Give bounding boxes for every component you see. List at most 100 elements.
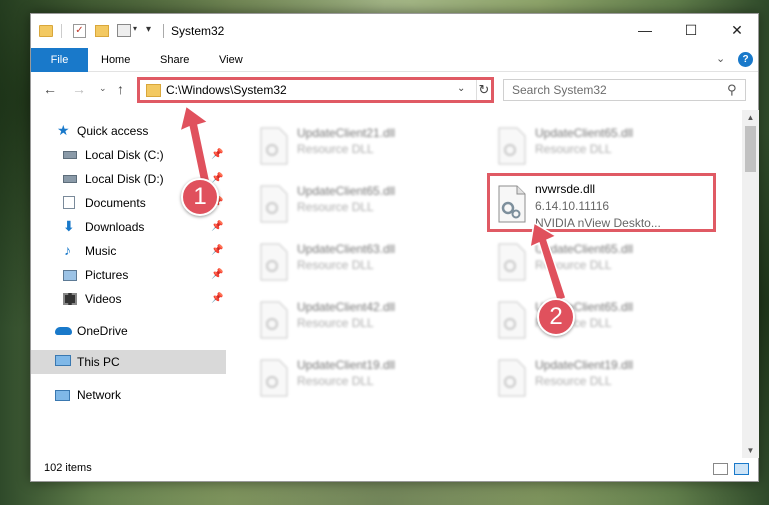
file-description: Resource DLL [297, 142, 374, 156]
ribbon: File Home Share View ⌄ ? [31, 48, 758, 72]
search-input[interactable] [512, 83, 722, 97]
file-tile[interactable]: UpdateClient65.dll Resource DLL [245, 178, 475, 228]
dll-file-icon [260, 127, 288, 165]
sidebar-item-pictures[interactable]: Pictures 📌 [31, 264, 226, 286]
sidebar-item-label: Music [85, 244, 117, 258]
dll-file-icon [498, 127, 526, 165]
file-name: UpdateClient65.dll [297, 184, 396, 198]
up-button[interactable]: ↑ [117, 81, 124, 97]
file-name: UpdateClient19.dll [297, 358, 396, 372]
network-icon [55, 390, 70, 401]
file-description: Resource DLL [535, 142, 612, 156]
sidebar-item-music[interactable]: ♪ Music 📌 [31, 240, 226, 262]
dll-file-icon [260, 359, 288, 397]
minimize-button[interactable]: — [622, 14, 668, 46]
tab-view[interactable]: View [219, 48, 243, 72]
recent-locations-button[interactable]: ⌄ [99, 83, 107, 94]
file-name: UpdateClient65.dll [535, 126, 634, 140]
status-bar: 102 items [31, 458, 758, 482]
file-list: UpdateClient21.dll Resource DLL UpdateCl… [227, 110, 741, 455]
dll-file-icon [498, 359, 526, 397]
vertical-scrollbar[interactable]: ▲ ▼ [742, 110, 759, 458]
tab-home[interactable]: Home [101, 48, 130, 72]
customize-toolbar-dropdown[interactable]: ▾ [146, 24, 151, 42]
properties-icon[interactable] [117, 24, 131, 37]
sidebar-item-label: Local Disk (D:) [85, 172, 164, 186]
pin-icon[interactable]: 📌 [211, 149, 223, 160]
file-name: UpdateClient19.dll [535, 358, 634, 372]
properties-check-icon[interactable]: ✓ [73, 24, 86, 38]
sidebar-item-onedrive[interactable]: OneDrive [31, 320, 226, 342]
tab-file[interactable]: File [31, 48, 88, 72]
sidebar-item-network[interactable]: Network [31, 384, 226, 406]
file-name: UpdateClient42.dll [297, 300, 396, 314]
pin-icon[interactable]: 📌 [211, 245, 223, 256]
file-description: Resource DLL [297, 316, 374, 330]
music-icon: ♪ [64, 242, 71, 258]
sidebar-item-local-disk-c[interactable]: Local Disk (C:) 📌 [31, 144, 226, 166]
chevron-down-icon[interactable]: ▾ [133, 24, 137, 42]
drive-icon [63, 175, 77, 183]
title-divider [163, 24, 164, 38]
back-button[interactable]: ← [43, 81, 57, 97]
pin-icon[interactable]: 📌 [211, 221, 223, 232]
help-icon[interactable]: ? [738, 52, 753, 67]
callout-1: 1 [181, 178, 219, 216]
pin-icon[interactable]: 📌 [211, 293, 223, 304]
pictures-icon [63, 270, 77, 281]
sidebar-item-quick-access[interactable]: ★ Quick access [31, 120, 226, 142]
sidebar-item-label: Network [77, 388, 122, 402]
new-folder-icon[interactable] [95, 25, 109, 37]
sidebar-item-label: Videos [85, 292, 122, 306]
file-tile[interactable]: UpdateClient65.dll Resource DLL [483, 294, 713, 344]
navigation-pane: ★ Quick access Local Disk (C:) 📌 Local D… [31, 110, 226, 460]
drive-icon [63, 151, 77, 159]
folder-icon [146, 84, 161, 97]
expand-ribbon-icon[interactable]: ⌄ [716, 52, 725, 65]
download-icon: ⬇ [63, 218, 75, 234]
details-view-button[interactable] [713, 463, 728, 475]
address-bar[interactable]: C:\Windows\System32 ⌄ ↻ [137, 77, 494, 103]
folder-icon [39, 25, 53, 37]
sidebar-item-label: Downloads [85, 220, 145, 234]
scroll-up-button[interactable]: ▲ [742, 110, 759, 125]
refresh-button[interactable]: ↻ [476, 80, 491, 100]
file-name: UpdateClient21.dll [297, 126, 396, 140]
forward-button[interactable]: → [72, 81, 86, 97]
address-path[interactable]: C:\Windows\System32 [166, 83, 287, 97]
pin-icon[interactable]: 📌 [211, 269, 223, 280]
search-icon[interactable]: ⚲ [727, 82, 737, 98]
file-tile[interactable]: UpdateClient21.dll Resource DLL [245, 120, 475, 170]
sidebar-item-videos[interactable]: Videos 📌 [31, 288, 226, 310]
scroll-down-button[interactable]: ▼ [742, 443, 759, 458]
file-tile[interactable]: UpdateClient65.dll Resource DLL [483, 120, 713, 170]
tiles-view-button[interactable] [734, 463, 749, 475]
sidebar-item-downloads[interactable]: ⬇ Downloads 📌 [31, 216, 226, 238]
tab-share[interactable]: Share [160, 48, 189, 72]
file-tile[interactable]: UpdateClient63.dll Resource DLL [245, 236, 475, 286]
file-description: Resource DLL [297, 200, 374, 214]
file-tile[interactable]: UpdateClient19.dll Resource DLL [245, 352, 475, 402]
file-tile[interactable]: UpdateClient65.dll Resource DLL [483, 236, 713, 286]
toolbar-divider [61, 24, 62, 38]
dll-file-icon [498, 243, 526, 281]
sidebar-item-label: Documents [85, 196, 146, 210]
address-dropdown-button[interactable]: ⌄ [457, 83, 465, 94]
sidebar-item-label: Local Disk (C:) [85, 148, 164, 162]
file-description: Resource DLL [535, 374, 612, 388]
title-bar: ✓ ▾ ▾ System32 — ☐ ✕ [31, 14, 758, 48]
close-button[interactable]: ✕ [714, 14, 760, 46]
videos-icon [63, 293, 77, 305]
file-description: Resource DLL [297, 258, 374, 272]
file-tile[interactable]: UpdateClient19.dll Resource DLL [483, 352, 713, 402]
scroll-thumb[interactable] [745, 126, 756, 172]
sidebar-item-this-pc[interactable]: This PC [31, 350, 226, 374]
highlight-box-file [487, 173, 716, 232]
file-tile[interactable]: UpdateClient42.dll Resource DLL [245, 294, 475, 344]
maximize-button[interactable]: ☐ [668, 14, 714, 46]
file-name: UpdateClient65.dll [535, 242, 634, 256]
search-box[interactable]: ⚲ [503, 79, 746, 101]
sidebar-item-label: Quick access [77, 124, 149, 138]
file-name: UpdateClient63.dll [297, 242, 396, 256]
navigation-bar: ← → ⌄ ↑ C:\Windows\System32 ⌄ ↻ ⚲ [31, 74, 758, 106]
